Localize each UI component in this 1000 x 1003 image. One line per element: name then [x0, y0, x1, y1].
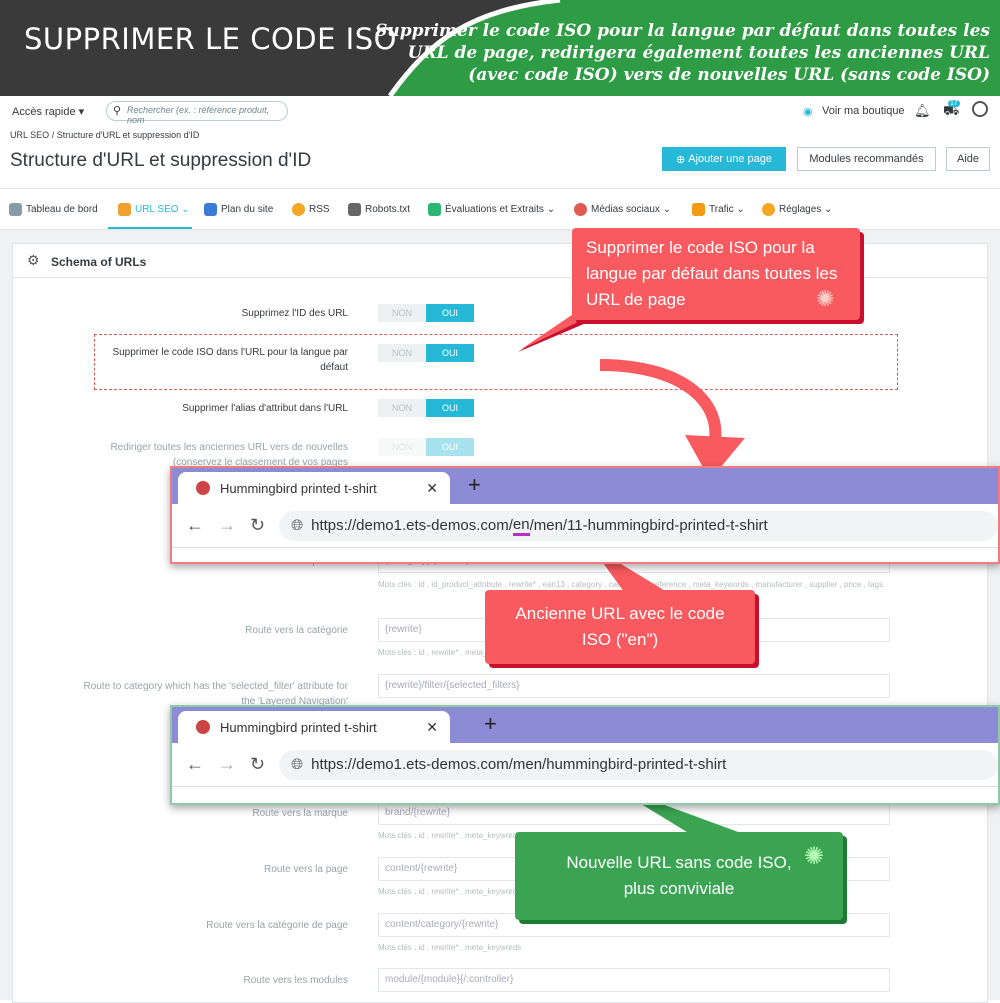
reload-icon[interactable]: ↻ — [250, 515, 265, 536]
sparkle-icon: ✺ — [804, 843, 825, 870]
callout-new-url: Nouvelle URL sans code ISO, plus convivi… — [515, 832, 843, 920]
new-tab-icon[interactable]: + — [484, 711, 497, 737]
forward-icon[interactable]: → — [218, 515, 236, 536]
browser-window-new: Hummingbird printed t-shirt ✕ + ← → ↻ 🌐︎ htt… — [170, 705, 1000, 805]
address-bar[interactable]: 🌐︎ https://demo1.ets-demos.com/men/hummin… — [279, 749, 998, 780]
globe-icon: 🌐︎ — [291, 756, 304, 773]
tab-strip: Hummingbird printed t-shirt ✕ + — [172, 707, 998, 743]
url-prefix: https://demo1.ets-demos.com/ — [311, 517, 513, 534]
favicon-icon — [196, 720, 210, 734]
address-bar[interactable]: 🌐︎ https://demo1.ets-demos.com/en/men/11-… — [279, 510, 998, 541]
close-tab-icon[interactable]: ✕ — [426, 719, 438, 736]
url-iso-code: en — [512, 516, 530, 536]
callout-old-url: Ancienne URL avec le code ISO ("en") — [485, 590, 755, 664]
forward-icon[interactable]: → — [218, 754, 236, 775]
browser-window-old: Hummingbird printed t-shirt ✕ + ← → ↻ 🌐︎ htt… — [170, 466, 1000, 564]
url-rest: /men/11-hummingbird-printed-t-shirt — [529, 517, 768, 534]
back-icon[interactable]: ← — [186, 754, 204, 775]
browser-toolbar: ← → ↻ 🌐︎ https://demo1.ets-demos.com/men/hu… — [172, 743, 998, 787]
url-text: https://demo1.ets-demos.com/men/hummingb… — [311, 756, 727, 773]
sparkle-icon: ✺ — [816, 286, 835, 311]
tab-title: Hummingbird printed t-shirt — [220, 719, 377, 735]
browser-tab[interactable]: Hummingbird printed t-shirt ✕ — [178, 711, 450, 743]
favicon-icon — [196, 481, 210, 495]
back-icon[interactable]: ← — [186, 515, 204, 536]
tab-strip: Hummingbird printed t-shirt ✕ + — [172, 468, 998, 504]
tab-title: Hummingbird printed t-shirt — [220, 480, 377, 496]
new-tab-icon[interactable]: + — [468, 472, 481, 498]
globe-icon: 🌐︎ — [291, 517, 304, 534]
reload-icon[interactable]: ↻ — [250, 754, 265, 775]
browser-toolbar: ← → ↻ 🌐︎ https://demo1.ets-demos.com/en/men… — [172, 504, 998, 548]
curved-arrow — [599, 359, 722, 441]
browser-tab[interactable]: Hummingbird printed t-shirt ✕ — [178, 472, 450, 504]
close-tab-icon[interactable]: ✕ — [426, 480, 438, 497]
